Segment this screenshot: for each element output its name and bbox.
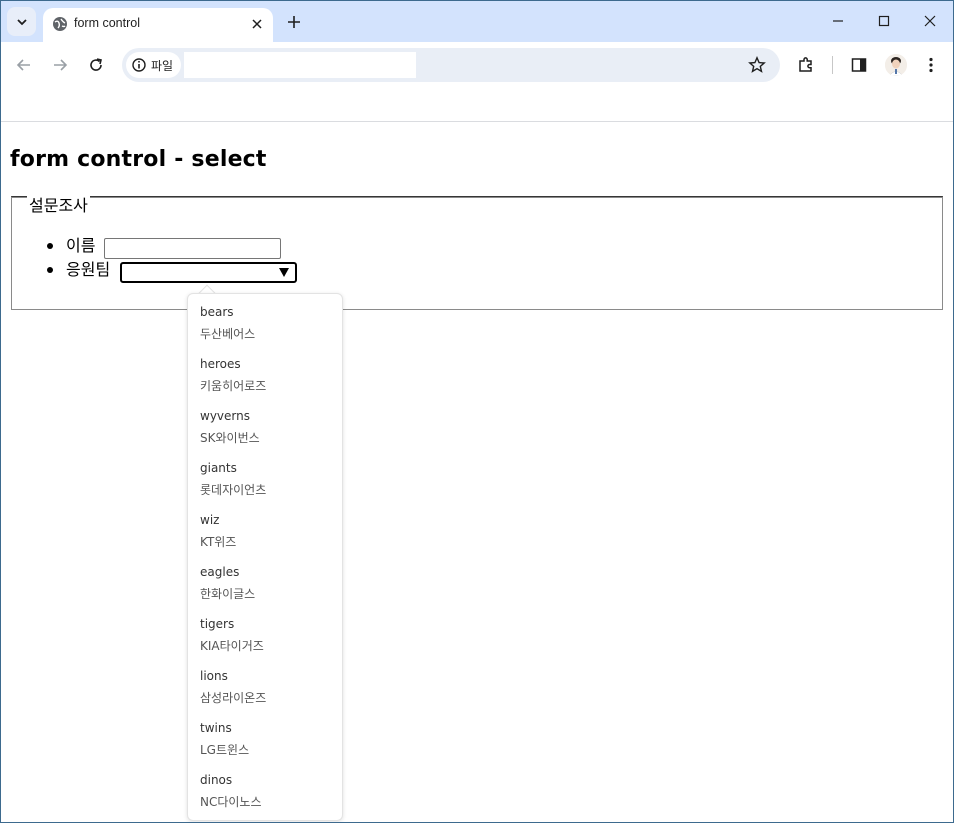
option-item[interactable]: lions 삼성라이온즈 <box>188 658 342 710</box>
browser-window: form control 파일 form control - select 설문… <box>0 0 954 823</box>
page-content: form control - select 설문조사 이름 응원팀 bears … <box>1 122 953 822</box>
name-input[interactable] <box>104 238 281 259</box>
option-item[interactable]: heroes 키움히어로즈 <box>188 346 342 398</box>
option-value: bears <box>200 305 234 319</box>
minimize-icon <box>833 20 843 22</box>
forward-arrow-icon <box>54 59 68 71</box>
list-bullet <box>47 267 53 273</box>
option-item[interactable]: eagles 한화이글스 <box>188 554 342 606</box>
list-bullet <box>47 243 53 249</box>
info-icon <box>132 58 146 72</box>
tab-close-button[interactable] <box>247 14 267 34</box>
option-item[interactable]: dinos NC다이노스 <box>188 762 342 814</box>
toolbar-divider <box>832 56 833 74</box>
option-value: heroes <box>200 357 241 371</box>
option-value: twins <box>200 721 232 735</box>
puzzle-icon <box>799 57 812 72</box>
url-text[interactable] <box>184 52 416 78</box>
forward-button[interactable] <box>46 51 74 79</box>
site-info-chip[interactable]: 파일 <box>126 52 182 78</box>
team-label: 응원팀 <box>66 260 111 279</box>
kebab-menu-icon <box>929 57 933 73</box>
option-item[interactable]: giants 롯데자이언츠 <box>188 450 342 502</box>
option-label: NC다이노스 <box>200 795 262 809</box>
option-value: tigers <box>200 617 235 631</box>
globe-icon <box>53 17 67 31</box>
name-label: 이름 <box>66 236 96 255</box>
star-icon[interactable] <box>748 56 766 74</box>
fieldset-legend: 설문조사 <box>27 196 90 216</box>
side-panel-icon <box>851 58 867 72</box>
option-label: KIA타이거즈 <box>200 639 264 653</box>
option-item[interactable]: wiz KT위즈 <box>188 502 342 554</box>
tab-strip: form control <box>1 1 953 42</box>
tab-title: form control <box>74 16 140 30</box>
reload-icon <box>90 58 102 71</box>
option-value: wyverns <box>200 409 250 423</box>
option-value: eagles <box>200 565 240 579</box>
option-value: giants <box>200 461 237 475</box>
option-item[interactable]: twins LG트윈스 <box>188 710 342 762</box>
option-value: lions <box>200 669 228 683</box>
plus-icon <box>288 16 300 28</box>
option-label: SK와이번스 <box>200 431 260 445</box>
option-label: 삼성라이온즈 <box>200 691 267 705</box>
tab-form-control[interactable]: form control <box>43 8 273 42</box>
option-item[interactable]: wyverns SK와이번스 <box>188 398 342 450</box>
window-close-button[interactable] <box>907 1 953 41</box>
site-chip-label: 파일 <box>151 58 174 73</box>
reload-button[interactable] <box>82 51 110 79</box>
close-icon <box>252 19 262 29</box>
option-label: KT위즈 <box>200 535 237 549</box>
chevron-down-icon <box>16 18 27 25</box>
profile-avatar-icon <box>885 54 907 76</box>
option-value: wiz <box>200 513 220 527</box>
avatar[interactable] <box>885 54 907 76</box>
back-button[interactable] <box>10 51 38 79</box>
side-panel-button[interactable] <box>847 53 871 77</box>
option-value: dinos <box>200 773 233 787</box>
team-select[interactable] <box>120 262 297 283</box>
maximize-button[interactable] <box>861 1 907 41</box>
new-tab-button[interactable] <box>281 9 307 35</box>
dropdown-arrow-icon <box>279 268 289 277</box>
option-item[interactable]: tigers KIA타이거즈 <box>188 606 342 658</box>
extensions-button[interactable] <box>794 53 818 77</box>
option-label: 한화이글스 <box>200 587 256 601</box>
browser-toolbar: 파일 <box>1 42 953 88</box>
tab-search-button[interactable] <box>7 7 36 36</box>
team-dropdown-list: bears 두산베어스 heroes 키움히어로즈 wyverns SK와이번스… <box>187 293 343 821</box>
maximize-icon <box>878 15 890 27</box>
browser-menu-button[interactable] <box>919 53 943 77</box>
page-title: form control - select <box>10 147 267 172</box>
close-icon <box>924 15 936 27</box>
back-arrow-icon <box>16 59 30 71</box>
minimize-button[interactable] <box>815 1 861 41</box>
option-item[interactable]: bears 두산베어스 <box>188 294 342 346</box>
option-label: 두산베어스 <box>200 327 256 341</box>
option-label: 키움히어로즈 <box>200 379 267 393</box>
address-bar[interactable]: 파일 <box>122 48 780 82</box>
option-label: 롯데자이언츠 <box>200 483 267 497</box>
option-label: LG트윈스 <box>200 743 250 757</box>
